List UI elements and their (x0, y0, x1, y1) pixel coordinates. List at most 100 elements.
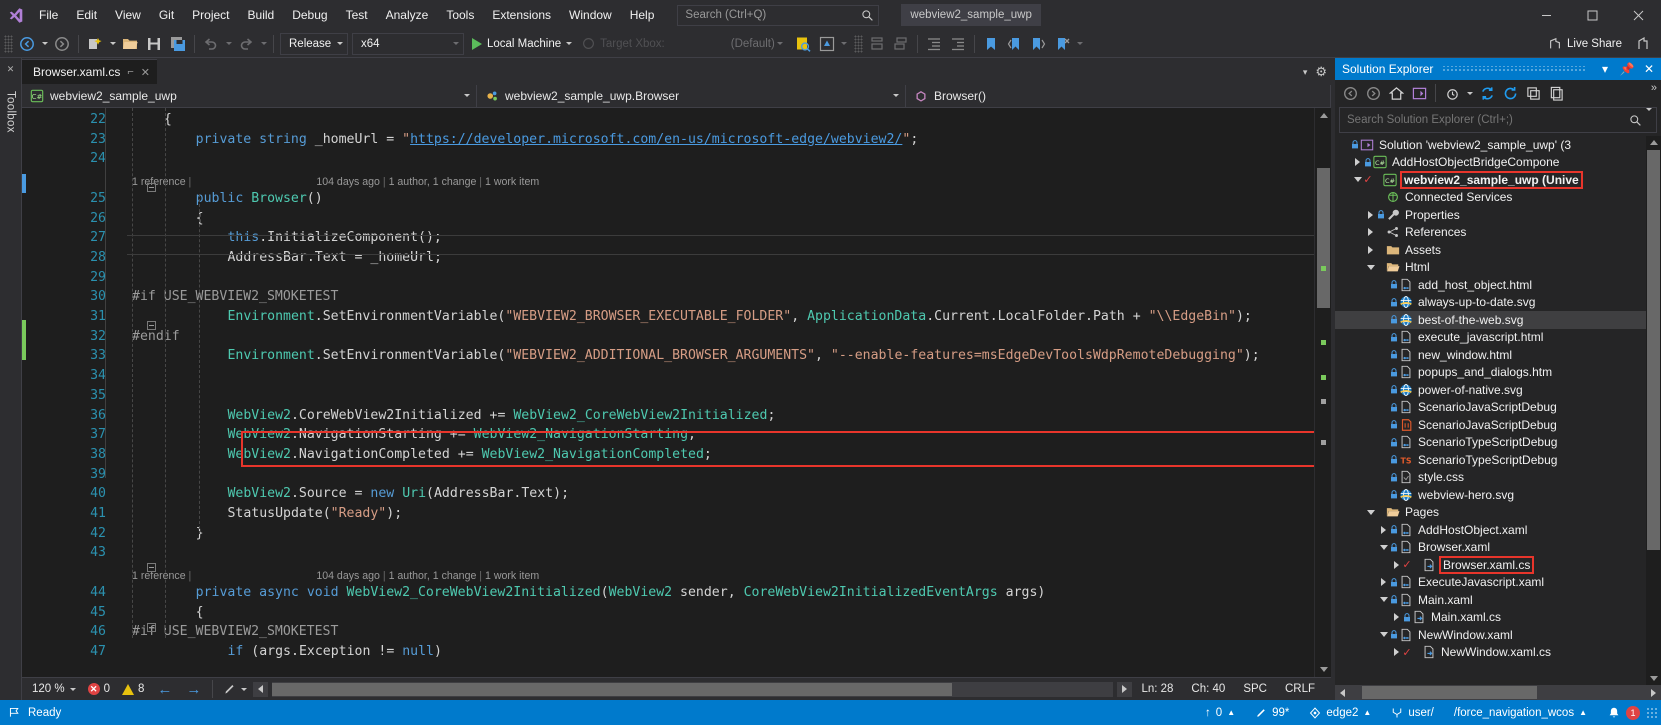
code-line[interactable]: 1 reference | 104 days ago | 1 author, 1 … (27, 171, 1314, 191)
tree-item[interactable]: Browser.xaml (1335, 539, 1661, 557)
tree-twisty[interactable] (1378, 416, 1389, 433)
scroll-up-icon[interactable] (1315, 108, 1331, 123)
code-line[interactable]: 1 reference | 104 days ago | 1 author, 1 … (27, 565, 1314, 585)
menu-item-analyze[interactable]: Analyze (377, 1, 438, 29)
tree-hscroll-thumb[interactable] (1362, 686, 1537, 699)
nav-project-dropdown[interactable]: C# webview2_sample_uwp (22, 84, 477, 107)
active-files-dropdown-icon[interactable]: ▾ (1303, 67, 1308, 78)
tree-twisty[interactable] (1365, 224, 1376, 241)
code-line[interactable]: 26 { (27, 211, 1314, 231)
navigate-backward-dropdown[interactable] (39, 32, 50, 56)
tree-twisty[interactable] (1365, 241, 1376, 258)
scrollbar-thumb[interactable] (1317, 168, 1330, 308)
tree-twisty[interactable] (1391, 556, 1402, 573)
tree-item[interactable]: Assets (1335, 241, 1661, 259)
maximize-icon[interactable] (1569, 0, 1615, 30)
hscroll-left-icon[interactable] (253, 681, 269, 697)
save-icon[interactable] (142, 32, 166, 56)
tree-twisty[interactable] (1352, 154, 1363, 171)
user-branch-button[interactable]: user/ (1381, 700, 1444, 725)
tree-hscroll-left-icon[interactable] (1335, 685, 1350, 700)
code-line[interactable]: 46 #if USE_WEBVIEW2_SMOKETEST (27, 624, 1314, 644)
notifications-button[interactable]: 1 (1597, 700, 1646, 725)
tree-twisty[interactable] (1378, 346, 1389, 363)
document-tab-browser-xaml-cs[interactable]: Browser.xaml.cs ⌐ ✕ (22, 59, 158, 84)
code-line[interactable]: 42 } (27, 526, 1314, 546)
tree-item[interactable]: ExecuteJavascript.xaml (1335, 574, 1661, 592)
solution-configuration-combo[interactable]: Release (280, 32, 348, 55)
close-panel-icon[interactable]: ✕ (1640, 59, 1658, 79)
ink-annotation-button[interactable] (217, 680, 253, 699)
feedback-icon[interactable] (1631, 32, 1655, 56)
code-line[interactable]: 32 #endif (27, 329, 1314, 349)
properties-icon[interactable] (1545, 82, 1567, 104)
tree-item[interactable]: C# AddHostObjectBridgeCompone (1335, 154, 1661, 172)
tree-item[interactable]: Connected Services (1335, 189, 1661, 207)
tree-item[interactable]: NewWindow.xaml (1335, 626, 1661, 644)
tree-twisty[interactable] (1378, 311, 1389, 328)
code-line[interactable]: 36 WebView2.CoreWebView2Initialized += W… (27, 408, 1314, 428)
pin-tab-icon[interactable]: ⌐ (127, 66, 133, 78)
tree-item[interactable]: style.css (1335, 469, 1661, 487)
code-line[interactable]: 31 Environment.SetEnvironmentVariable("W… (27, 309, 1314, 329)
tree-item[interactable]: TS ScenarioTypeScriptDebug (1335, 451, 1661, 469)
code-line[interactable]: 35 (27, 388, 1314, 408)
warning-count[interactable]: 8 (116, 683, 150, 695)
zoom-level-combo[interactable]: 120 % (26, 680, 82, 699)
menu-item-help[interactable]: Help (621, 1, 664, 29)
scroll-down-icon[interactable] (1315, 662, 1331, 677)
code-line[interactable]: 22 { (27, 112, 1314, 132)
tree-twisty[interactable] (1378, 451, 1389, 468)
search-options-caret-icon[interactable] (1646, 108, 1652, 129)
code-line[interactable]: 41 StatusUpdate("Ready"); (27, 506, 1314, 526)
tree-twisty[interactable] (1365, 189, 1376, 206)
tree-twisty[interactable] (1378, 521, 1389, 538)
tree-item[interactable]: power-of-native.svg (1335, 381, 1661, 399)
tree-twisty[interactable] (1378, 626, 1389, 643)
tree-twisty[interactable] (1339, 136, 1350, 153)
search-input[interactable] (685, 9, 862, 21)
refresh-icon[interactable] (1476, 82, 1498, 104)
tree-item[interactable]: ScenarioTypeScriptDebug (1335, 434, 1661, 452)
next-bookmark-icon[interactable] (1027, 32, 1051, 56)
tree-item[interactable]: webview-hero.svg (1335, 486, 1661, 504)
code-text-area[interactable]: 22 {23 private string _homeUrl = "https:… (27, 108, 1314, 677)
error-count[interactable]: ✕ 0 (82, 683, 116, 695)
tree-item[interactable]: References (1335, 224, 1661, 242)
code-line[interactable]: 39 (27, 467, 1314, 487)
tree-twisty[interactable] (1365, 504, 1376, 521)
tree-item[interactable]: AddHostObject.xaml (1335, 521, 1661, 539)
tree-scroll-down-icon[interactable] (1646, 672, 1661, 685)
tree-item[interactable]: Properties (1335, 206, 1661, 224)
menu-item-tools[interactable]: Tools (437, 1, 483, 29)
solution-tree-horizontal-scrollbar[interactable] (1335, 685, 1661, 700)
tree-twisty[interactable] (1365, 206, 1376, 223)
tree-item[interactable]: Solution 'webview2_sample_uwp' (3 (1335, 136, 1661, 154)
toolbox-panel-strip[interactable]: ✕ Toolbox (0, 58, 22, 700)
tree-twisty[interactable] (1391, 609, 1402, 626)
menu-item-git[interactable]: Git (150, 1, 183, 29)
tree-item[interactable]: ✓ NewWindow.xaml.cs (1335, 644, 1661, 662)
resize-grip[interactable] (1646, 706, 1658, 719)
tree-item[interactable]: Main.xaml.cs (1335, 609, 1661, 627)
tree-item[interactable]: execute_javascript.html (1335, 329, 1661, 347)
uncomment-selection-icon[interactable] (889, 32, 913, 56)
sync-with-active-document-icon[interactable] (1499, 82, 1521, 104)
solution-tree-vertical-scrollbar[interactable] (1646, 136, 1661, 685)
previous-bookmark-icon[interactable] (1003, 32, 1027, 56)
code-line[interactable]: 45 { (27, 605, 1314, 625)
tree-scroll-up-icon[interactable] (1646, 136, 1661, 149)
redo-dropdown[interactable] (258, 32, 269, 56)
menu-item-file[interactable]: File (30, 1, 67, 29)
codelens-annotation[interactable]: 1 reference | 104 days ago | 1 author, 1 … (132, 568, 539, 583)
tree-twisty[interactable] (1378, 574, 1389, 591)
undo-dropdown[interactable] (223, 32, 234, 56)
solution-view-icon[interactable] (1408, 82, 1430, 104)
code-editor-surface[interactable]: 22 {23 private string _homeUrl = "https:… (22, 108, 1331, 677)
tree-twisty[interactable] (1378, 539, 1389, 556)
tree-item[interactable]: add_host_object.html (1335, 276, 1661, 294)
nav-class-dropdown[interactable]: webview2_sample_uwp.Browser (477, 84, 906, 107)
close-icon[interactable] (1615, 0, 1661, 30)
tree-twisty[interactable] (1365, 259, 1376, 276)
code-line[interactable]: 38 WebView2.NavigationCompleted += WebVi… (27, 447, 1314, 467)
